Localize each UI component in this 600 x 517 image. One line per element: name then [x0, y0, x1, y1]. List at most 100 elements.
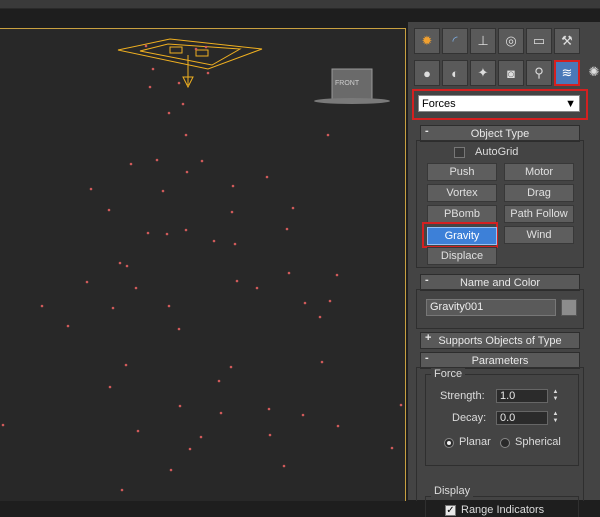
strength-label: Strength: [440, 390, 485, 402]
particle [204, 45, 208, 49]
supports-title: Supports Objects of Type [438, 334, 562, 347]
decay-spinner-arrows[interactable]: ▲ ▼ [551, 411, 560, 425]
planar-label: Planar [459, 436, 491, 448]
motor-button[interactable]: Motor [504, 163, 574, 181]
supports-rollout-title[interactable]: + Supports Objects of Type [420, 332, 580, 349]
push-button[interactable]: Push [427, 163, 497, 181]
strength-spinner-arrows[interactable]: ▲ ▼ [551, 389, 560, 403]
particle [108, 385, 112, 389]
geometry-sphere-icon[interactable]: ● [414, 60, 440, 86]
display-group-label: Display [431, 485, 474, 497]
command-panel: ✹ ◜ ⊥ ◎ ▭ ⚒ ● ◐ ✦ ◙ ⚲ ≋ ✺ Forces ▼ - Obj… [408, 22, 600, 517]
gravity-gizmo[interactable] [117, 38, 263, 89]
particle [188, 447, 192, 451]
strength-spinner[interactable]: 1.0 [496, 389, 548, 403]
lights-icon[interactable]: ✦ [470, 60, 496, 86]
display-monitor-icon[interactable]: ▭ [526, 28, 552, 54]
hierarchy-icon[interactable]: ⊥ [470, 28, 496, 54]
particle [181, 102, 185, 106]
particle [282, 464, 286, 468]
particle [148, 85, 152, 89]
particle [194, 47, 198, 51]
displace-button[interactable]: Displace [427, 247, 497, 265]
utilities-hammer-icon[interactable]: ⚒ [554, 28, 580, 54]
particle [151, 67, 155, 71]
motion-icon[interactable]: ◎ [498, 28, 524, 54]
particle [303, 301, 307, 305]
particle [169, 468, 173, 472]
category-dropdown-value: Forces [422, 97, 456, 110]
particle [255, 286, 259, 290]
particle [134, 286, 138, 290]
particle [118, 261, 122, 265]
create-star-icon[interactable]: ✹ [414, 28, 440, 54]
parameters-title: Parameters [471, 354, 529, 367]
collapse-icon: - [425, 125, 429, 137]
particle [336, 424, 340, 428]
pbomb-button[interactable]: PBomb [427, 205, 497, 223]
drag-button[interactable]: Drag [504, 184, 574, 202]
particle [161, 189, 165, 193]
particle [219, 411, 223, 415]
planar-radio[interactable] [444, 438, 454, 448]
emitter-label: FRONT [335, 80, 360, 87]
range-indicators-checkbox[interactable]: ✓ [445, 505, 456, 516]
vortex-button[interactable]: Vortex [427, 184, 497, 202]
particle [217, 379, 221, 383]
viewport[interactable]: FRONT [0, 28, 406, 501]
cameras-icon[interactable]: ◙ [498, 60, 524, 86]
particle [155, 158, 159, 162]
particle [326, 133, 330, 137]
particle [66, 324, 70, 328]
spherical-radio[interactable] [500, 438, 510, 448]
particle [287, 271, 291, 275]
particle [320, 360, 324, 364]
object-name-field[interactable]: Gravity001 [426, 299, 556, 316]
particle [200, 159, 204, 163]
object-color-swatch[interactable] [561, 299, 577, 316]
sub-tab-row: ● ◐ ✦ ◙ ⚲ ≋ ✺ [414, 60, 600, 86]
gravity-button[interactable]: Gravity [427, 227, 497, 245]
collapse-icon: - [425, 274, 429, 286]
particle [167, 111, 171, 115]
particle [268, 433, 272, 437]
particle [267, 407, 271, 411]
particle [230, 210, 234, 214]
particle [231, 184, 235, 188]
particle [265, 175, 269, 179]
systems-gear-icon[interactable]: ✺ [582, 60, 600, 84]
particle [185, 170, 189, 174]
particle [144, 44, 148, 48]
object-type-title: Object Type [470, 127, 530, 140]
particle [206, 71, 210, 75]
particle [165, 232, 169, 236]
decay-label: Decay: [452, 412, 487, 424]
particle [291, 206, 295, 210]
wind-button[interactable]: Wind [504, 226, 574, 244]
particle [301, 413, 305, 417]
particle [177, 327, 181, 331]
path-follow-button[interactable]: Path Follow [504, 205, 574, 223]
modify-curve-icon[interactable]: ◜ [442, 28, 468, 54]
particle [390, 446, 394, 450]
particle [178, 404, 182, 408]
particle [177, 81, 181, 85]
particle [318, 315, 322, 319]
particle [111, 306, 115, 310]
category-dropdown[interactable]: Forces ▼ [418, 95, 580, 112]
particle [124, 363, 128, 367]
decay-spinner[interactable]: 0.0 [496, 411, 548, 425]
particle [335, 273, 339, 277]
particle [136, 429, 140, 433]
helpers-icon[interactable]: ⚲ [526, 60, 552, 86]
particle [85, 280, 89, 284]
autogrid-checkbox[interactable] [454, 147, 465, 158]
force-group-label: Force [431, 368, 466, 380]
shapes-icon[interactable]: ◐ [442, 60, 468, 86]
space-warps-icon[interactable]: ≋ [554, 60, 580, 86]
particle-emitter[interactable]: FRONT [314, 68, 390, 104]
particle [107, 208, 111, 212]
particle [89, 187, 93, 191]
range-indicators-label: Range Indicators [461, 504, 545, 516]
particle [125, 264, 129, 268]
